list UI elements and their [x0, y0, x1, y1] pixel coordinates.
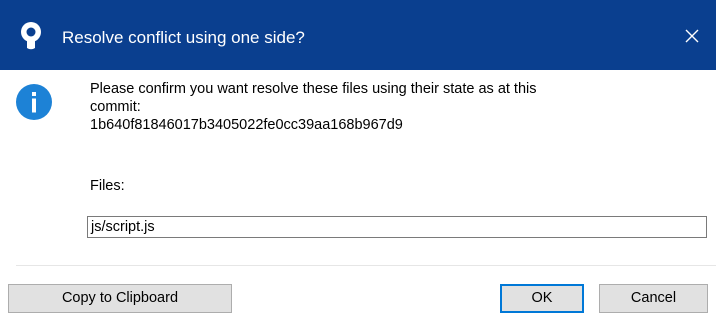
resolve-conflict-dialog: Resolve conflict using one side? Please …: [0, 0, 716, 325]
message-line: commit:: [90, 99, 141, 115]
files-label: Files:: [90, 178, 125, 194]
cancel-button[interactable]: Cancel: [599, 284, 708, 313]
divider: [16, 265, 716, 266]
ok-button[interactable]: OK: [500, 284, 584, 313]
dialog-title: Resolve conflict using one side?: [62, 28, 305, 47]
files-list[interactable]: js/script.js: [87, 216, 707, 238]
close-icon: [685, 29, 699, 43]
commit-hash: 1b640f81846017b3405022fe0cc39aa168b967d9: [90, 117, 403, 133]
copy-to-clipboard-button[interactable]: Copy to Clipboard: [8, 284, 232, 313]
sourcetree-logo-icon: [16, 21, 46, 51]
title-bar: Resolve conflict using one side?: [0, 0, 716, 70]
message-line: Please confirm you want resolve these fi…: [90, 81, 537, 97]
confirmation-message: Please confirm you want resolve these fi…: [90, 80, 690, 134]
info-icon: [16, 84, 52, 120]
close-button[interactable]: [668, 14, 716, 58]
